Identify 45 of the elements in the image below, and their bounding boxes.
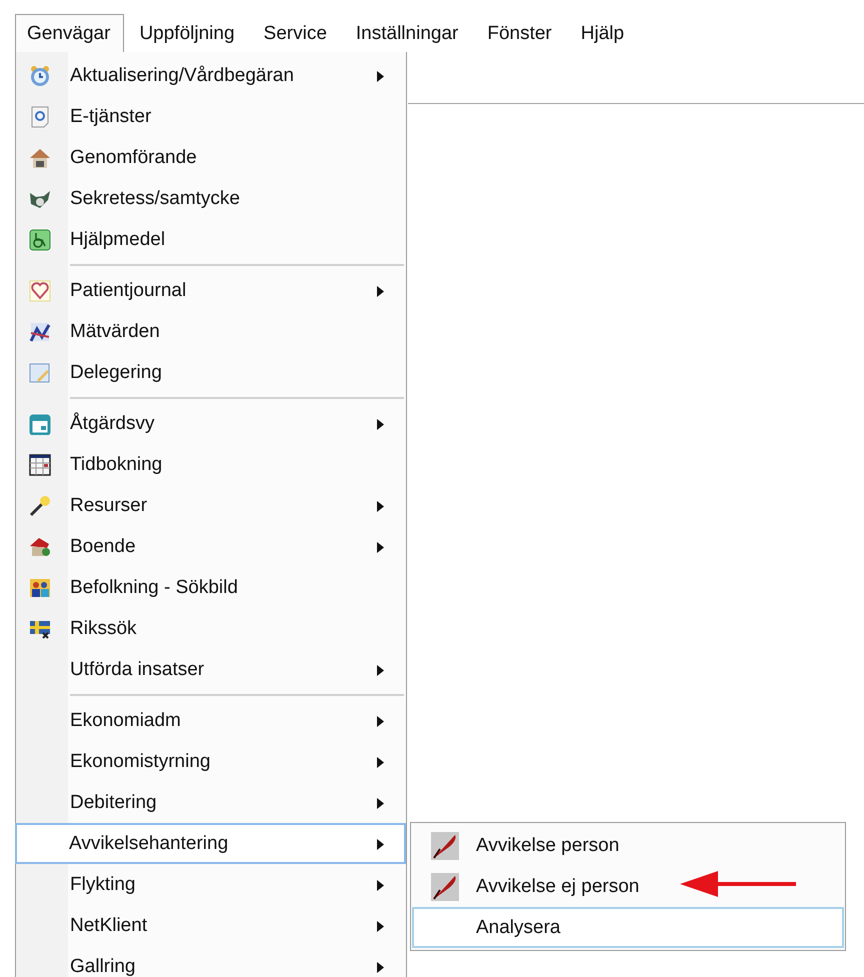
menu-item[interactable]: Tidbokning bbox=[16, 444, 406, 485]
people-icon bbox=[29, 576, 51, 598]
quill-icon bbox=[431, 832, 459, 860]
menu-item[interactable]: Utförda insatser bbox=[16, 649, 406, 690]
menu-bar-item[interactable]: Hjälp bbox=[568, 14, 638, 52]
menu-item[interactable]: Mätvärden bbox=[16, 311, 406, 352]
menu-item[interactable]: Rikssök bbox=[16, 608, 406, 649]
menu-item[interactable]: Analysera bbox=[412, 907, 844, 948]
menu-item[interactable]: Gallring bbox=[16, 946, 406, 977]
menu-item[interactable]: Avvikelse person bbox=[412, 825, 844, 866]
menu-item[interactable]: Boende bbox=[16, 526, 406, 567]
menu-item[interactable]: Avvikelse ej person bbox=[412, 866, 844, 907]
wheelchair-icon bbox=[29, 228, 51, 250]
menu-item[interactable]: Aktualisering/Vårdbegäran bbox=[16, 55, 406, 96]
magic-wand-icon bbox=[29, 494, 51, 516]
menu-item[interactable]: Ekonomiadm bbox=[16, 700, 406, 741]
menu-bar-item[interactable]: Inställningar bbox=[344, 14, 472, 52]
menu-bar-item[interactable]: Genvägar bbox=[15, 14, 124, 52]
menu-item[interactable]: Befolkning - Sökbild bbox=[16, 567, 406, 608]
menu-item[interactable]: Delegering bbox=[16, 352, 406, 393]
menu-item[interactable]: Åtgärdsvy bbox=[16, 403, 406, 444]
menu-bar-item[interactable]: Service bbox=[252, 14, 341, 52]
heart-icon bbox=[29, 280, 51, 302]
document-icon bbox=[30, 106, 50, 128]
calendar-icon bbox=[29, 412, 51, 434]
house-icon bbox=[29, 146, 51, 168]
menu-bar-item[interactable]: Uppföljning bbox=[127, 14, 249, 52]
menu-item[interactable]: Debitering bbox=[16, 782, 406, 823]
menu-item[interactable]: Resurser bbox=[16, 485, 406, 526]
menu-item[interactable]: Ekonomistyrning bbox=[16, 741, 406, 782]
calendar-grid-icon bbox=[29, 454, 51, 476]
menu-item[interactable]: E-tjänster bbox=[16, 96, 406, 137]
chart-icon bbox=[29, 320, 51, 342]
menu-item[interactable]: NetKlient bbox=[16, 905, 406, 946]
menu-item[interactable]: Flykting bbox=[16, 864, 406, 905]
quill-icon bbox=[431, 872, 459, 900]
menu-item[interactable]: Genomförande bbox=[16, 137, 406, 178]
menu-item[interactable]: Hjälpmedel bbox=[16, 219, 406, 260]
menu-item[interactable]: Sekretess/samtycke bbox=[16, 178, 406, 219]
barn-icon bbox=[29, 536, 51, 558]
menu-item[interactable]: Avvikelsehantering bbox=[15, 823, 406, 864]
alarm-clock-icon bbox=[29, 64, 51, 86]
notepad-pencil-icon bbox=[29, 362, 51, 384]
menu-bar-item[interactable]: Fönster bbox=[475, 14, 566, 52]
menu-item[interactable]: Patientjournal bbox=[16, 270, 406, 311]
